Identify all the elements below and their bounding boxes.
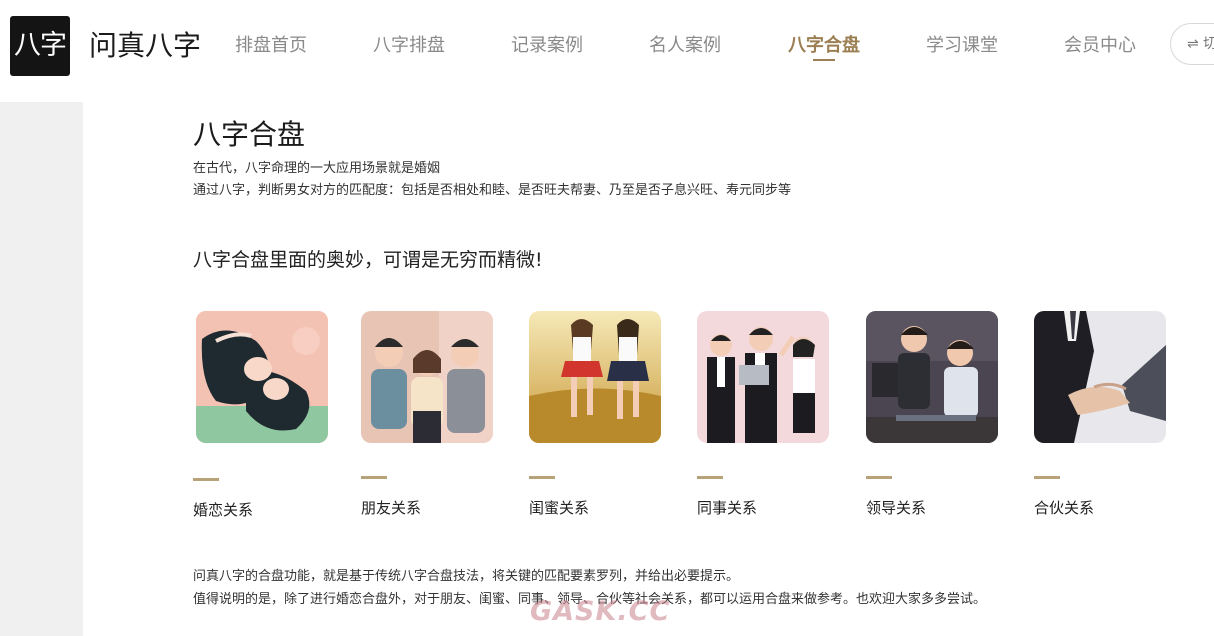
switch-button[interactable]: ⇌ 切 — [1170, 23, 1214, 65]
card-image-friends[interactable] — [361, 311, 493, 443]
card-accent-bar — [193, 478, 219, 481]
top-navbar: 八字 问真八字 排盘首页 八字排盘 记录案例 名人案例 八字合盘 学习课堂 会员… — [0, 0, 1214, 92]
footer-line-1: 问真八字的合盘功能，就是基于传统八字合盘技法，将关键的匹配要素罗列，并给出必要提… — [193, 569, 740, 584]
card-accent-bar — [361, 476, 387, 479]
active-nav-underline — [813, 59, 835, 61]
card-label-leadership[interactable]: 领导关系 — [866, 498, 926, 518]
card-accent-bar — [529, 476, 555, 479]
watermark: GASK.CC — [530, 596, 671, 627]
card-label-colleagues[interactable]: 同事关系 — [697, 498, 757, 518]
nav-classroom[interactable]: 学习课堂 — [926, 34, 998, 58]
nav-records[interactable]: 记录案例 — [511, 34, 583, 58]
card-label-besties[interactable]: 闺蜜关系 — [529, 498, 589, 518]
subtitle-line-2: 通过八字，判断男女对方的匹配度：包括是否相处和睦、是否旺夫帮妻、乃至是否子息兴旺… — [193, 183, 792, 198]
nav-compatibility[interactable]: 八字合盘 — [788, 34, 860, 58]
section-heading: 八字合盘里面的奥妙，可谓是无穷而精微! — [193, 249, 543, 271]
brand-name[interactable]: 问真八字 — [89, 28, 201, 64]
card-accent-bar — [1034, 476, 1060, 479]
nav-home[interactable]: 排盘首页 — [235, 34, 307, 58]
subtitle-line-1: 在古代，八字命理的一大应用场景就是婚姻 — [193, 161, 441, 176]
card-label-friends[interactable]: 朋友关系 — [361, 498, 421, 518]
card-image-partnership[interactable] — [1034, 311, 1166, 443]
card-image-leadership[interactable] — [866, 311, 998, 443]
card-label-romance[interactable]: 婚恋关系 — [193, 500, 253, 520]
card-image-colleagues[interactable] — [697, 311, 829, 443]
logo[interactable]: 八字 — [10, 16, 70, 76]
card-image-besties[interactable] — [529, 311, 661, 443]
nav-celebrities[interactable]: 名人案例 — [649, 34, 721, 58]
page-title: 八字合盘 — [193, 118, 306, 151]
card-accent-bar — [866, 476, 892, 479]
card-accent-bar — [697, 476, 723, 479]
card-image-romance[interactable] — [196, 311, 328, 443]
card-label-partnership[interactable]: 合伙关系 — [1034, 498, 1094, 518]
nav-membership[interactable]: 会员中心 — [1064, 34, 1136, 58]
left-gray-panel — [0, 102, 83, 636]
nav-bazi-chart[interactable]: 八字排盘 — [373, 34, 445, 58]
